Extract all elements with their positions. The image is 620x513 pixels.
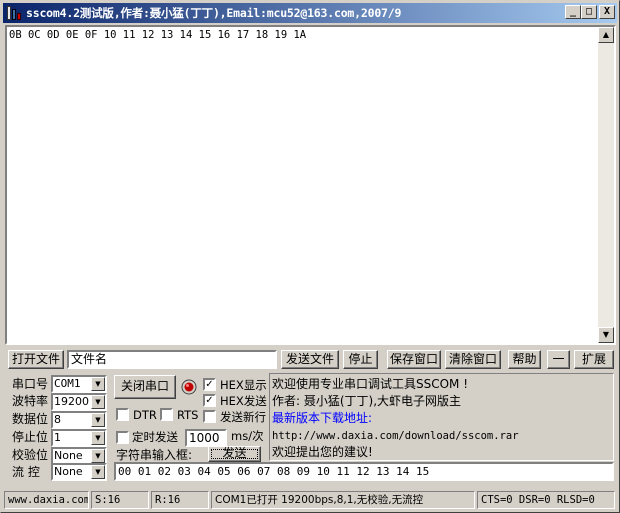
receive-text: 0B 0C 0D 0E 0F 10 11 12 13 14 15 16 17 1… (9, 29, 307, 41)
status-site: www.daxia.com (4, 491, 89, 509)
vertical-scrollbar[interactable]: ▲ ▼ (598, 27, 614, 343)
chevron-down-icon[interactable]: ▼ (91, 431, 105, 445)
interval-unit: ms/次 (231, 429, 264, 443)
scroll-down-icon[interactable]: ▼ (598, 327, 614, 343)
input-label: 字符串输入框: (116, 448, 193, 462)
baud-select[interactable]: 19200 ▼ (51, 393, 107, 411)
flow-label: 流 控 (12, 465, 40, 479)
send-newline-label: 发送新行 (220, 410, 266, 424)
port-label: 串口号 (12, 377, 49, 391)
data-bits-value: 8 (54, 413, 61, 426)
hex-send-label: HEX发送 (220, 394, 267, 408)
data-bits-label: 数据位 (12, 412, 49, 426)
info-suggestion: 欢迎提出您的建议! (272, 445, 373, 459)
hex-display-label: HEX显示 (220, 378, 267, 392)
port-value: COM1 (54, 377, 81, 390)
stop-button[interactable]: 停止 (343, 350, 378, 369)
info-welcome: 欢迎使用专业串口调试工具SSCOM ! (272, 377, 469, 391)
scroll-up-icon[interactable]: ▲ (598, 27, 614, 43)
status-received: R:16 (151, 491, 209, 509)
window-title: sscom4.2测试版,作者:聂小猛(丁丁),Email:mcu52@163.c… (26, 6, 402, 20)
data-bits-select[interactable]: 8 ▼ (51, 411, 107, 429)
expand-button[interactable]: 扩展 (574, 350, 614, 369)
maximize-button[interactable]: □ (581, 5, 597, 19)
info-author: 作者: 聂小猛(丁丁),大虾电子网版主 (272, 394, 462, 408)
port-indicator-icon (181, 379, 197, 395)
chevron-down-icon[interactable]: ▼ (91, 395, 105, 409)
receive-textarea[interactable]: 0B 0C 0D 0E 0F 10 11 12 13 14 15 16 17 1… (5, 25, 616, 345)
hex-send-checkbox[interactable]: ✓ (203, 394, 216, 407)
status-sent: S:16 (91, 491, 149, 509)
stop-bits-select[interactable]: 1 ▼ (51, 429, 107, 447)
parity-value: None (54, 449, 83, 462)
stop-bits-value: 1 (54, 431, 61, 444)
app-bars-icon (6, 5, 22, 21)
chevron-down-icon[interactable]: ▼ (91, 377, 105, 391)
dash-button[interactable]: 一 (547, 350, 570, 369)
rts-label: RTS (177, 408, 199, 422)
timed-send-label: 定时发送 (132, 430, 178, 444)
rts-checkbox[interactable] (160, 408, 173, 421)
minimize-button[interactable]: _ (565, 5, 581, 19)
send-file-button[interactable]: 发送文件 (281, 350, 339, 369)
parity-label: 校验位 (12, 448, 49, 462)
dtr-checkbox[interactable] (116, 408, 129, 421)
chevron-down-icon[interactable]: ▼ (91, 449, 105, 463)
baud-label: 波特率 (12, 394, 49, 408)
title-bar: sscom4.2测试版,作者:聂小猛(丁丁),Email:mcu52@163.c… (3, 3, 617, 23)
clear-window-button[interactable]: 清除窗口 (445, 350, 501, 369)
interval-input[interactable]: 1000 (185, 429, 227, 447)
timed-send-checkbox[interactable] (116, 431, 129, 444)
chevron-down-icon[interactable]: ▼ (91, 413, 105, 427)
baud-value: 19200 (54, 395, 89, 408)
close-button[interactable]: X (599, 5, 615, 19)
flow-value: None (54, 465, 83, 478)
dtr-label: DTR (133, 408, 157, 422)
help-button[interactable]: 帮助 (508, 350, 541, 369)
save-window-button[interactable]: 保存窗口 (387, 350, 441, 369)
info-url[interactable]: http://www.daxia.com/download/sscom.rar (272, 429, 519, 443)
filename-input[interactable]: 文件名 (67, 350, 277, 369)
sscom-window: sscom4.2测试版,作者:聂小猛(丁丁),Email:mcu52@163.c… (0, 0, 620, 513)
status-signals: CTS=0 DSR=0 RLSD=0 (477, 491, 615, 509)
send-button[interactable]: 发送 (208, 446, 261, 462)
hex-display-checkbox[interactable]: ✓ (203, 378, 216, 391)
port-select[interactable]: COM1 ▼ (51, 375, 107, 393)
status-port-state: COM1已打开 19200bps,8,1,无校验,无流控 (211, 491, 475, 509)
stop-bits-label: 停止位 (12, 430, 49, 444)
info-download-link[interactable]: 最新版本下载地址: (272, 411, 372, 425)
flow-select[interactable]: None ▼ (51, 463, 107, 481)
open-file-button[interactable]: 打开文件 (8, 350, 64, 369)
close-port-button[interactable]: 关闭串口 (114, 375, 176, 399)
send-newline-checkbox[interactable] (203, 410, 216, 423)
chevron-down-icon[interactable]: ▼ (91, 465, 105, 479)
send-input[interactable]: 00 01 02 03 04 05 06 07 08 09 10 11 12 1… (114, 462, 614, 481)
